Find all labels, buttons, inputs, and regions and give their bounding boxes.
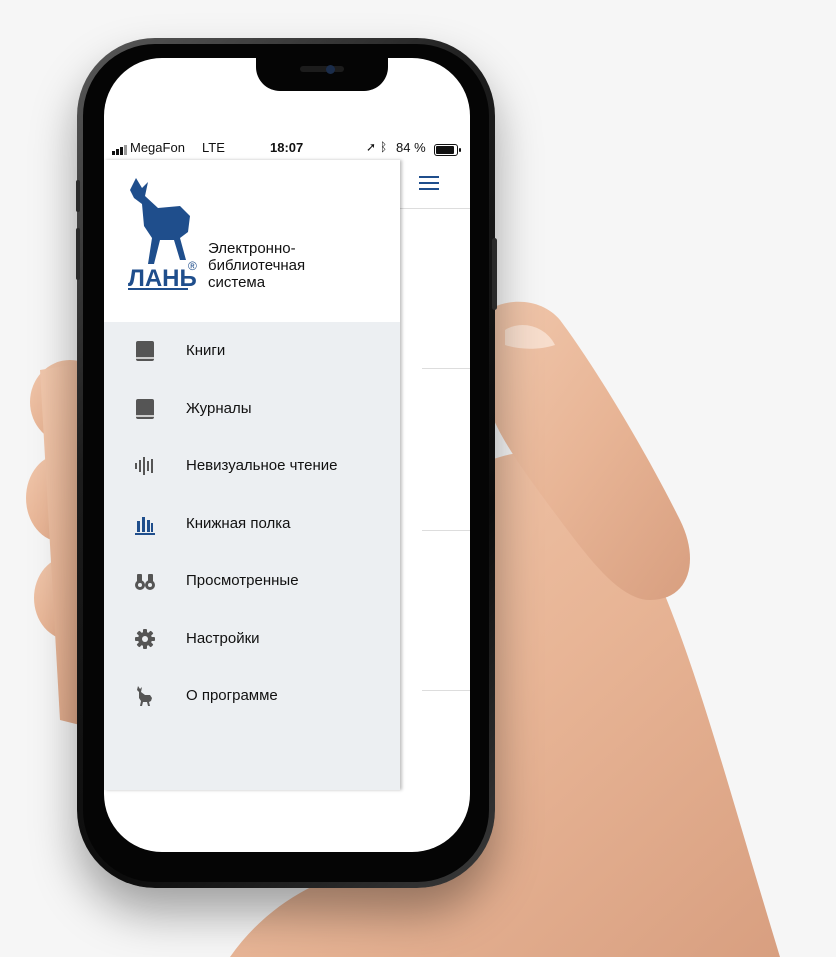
divider — [422, 530, 470, 531]
menu-item-about[interactable]: О программе — [104, 667, 400, 725]
network-label: LTE — [202, 140, 225, 155]
menu-item-viewed[interactable]: Просмотренные — [104, 552, 400, 610]
drawer-header: ЛАНЬ ® Электронно- библиотечная система — [104, 160, 400, 322]
menu-item-settings[interactable]: Настройки — [104, 610, 400, 668]
deer-icon — [137, 686, 152, 706]
menu-item-bookshelf[interactable]: Книжная полка — [104, 495, 400, 553]
menu-item-books[interactable]: Книги — [104, 322, 400, 380]
menu-item-label: О программе — [186, 687, 278, 704]
menu-item-label: Невизуальное чтение — [186, 457, 338, 474]
journal-icon — [136, 398, 154, 419]
phone-notch — [256, 58, 388, 91]
front-camera — [326, 65, 335, 74]
lan-logo: ЛАНЬ ® — [128, 178, 197, 290]
bluetooth-icon: ᛒ — [380, 140, 388, 154]
menu-item-label: Просмотренные — [186, 572, 299, 589]
volume-button — [76, 228, 80, 280]
clock: 18:07 — [270, 140, 304, 155]
menu-item-label: Журналы — [186, 399, 252, 417]
status-bar: MegaFon LTE 18:07 ➚ ᛒ 84 % — [104, 140, 470, 162]
battery-label: 84 % — [396, 140, 426, 155]
svg-text:®: ® — [188, 259, 197, 273]
divider — [422, 368, 470, 369]
logo-caption-line: система — [208, 274, 266, 291]
navigation-drawer: ЛАНЬ ® Электронно- библиотечная система … — [104, 160, 400, 790]
phone-screen: MegaFon LTE 18:07 ➚ ᛒ 84 % ЛАНЬ ® Электр… — [104, 58, 470, 852]
menu-item-label: Настройки — [186, 629, 260, 647]
drawer-menu: Книги Журналы Невизуальное чтение Книжна… — [104, 322, 400, 725]
menu-item-journals[interactable]: Журналы — [104, 380, 400, 438]
binoculars-icon — [135, 574, 155, 590]
logo-caption-line: Электронно- — [208, 240, 296, 257]
book-icon — [136, 341, 154, 361]
carrier-label: MegaFon — [130, 140, 185, 155]
svg-text:ЛАНЬ: ЛАНЬ — [128, 265, 197, 290]
volume-button — [76, 180, 80, 212]
bookshelf-icon — [135, 516, 155, 535]
logo-caption-line: библиотечная — [208, 257, 306, 274]
location-icon: ➚ — [366, 140, 377, 154]
divider — [422, 690, 470, 691]
menu-item-nonvisual-reading[interactable]: Невизуальное чтение — [104, 437, 400, 495]
menu-item-label: Книжная полка — [186, 514, 291, 532]
audio-wave-icon — [135, 457, 153, 475]
gear-icon — [135, 628, 155, 649]
logo-caption: Электронно- библиотечная система — [208, 240, 368, 291]
signal-icon — [112, 140, 128, 155]
menu-item-label: Книги — [186, 342, 226, 359]
speaker-grille — [300, 66, 344, 72]
battery-icon — [434, 144, 461, 156]
side-button — [492, 238, 497, 310]
menu-icon[interactable] — [419, 176, 439, 194]
